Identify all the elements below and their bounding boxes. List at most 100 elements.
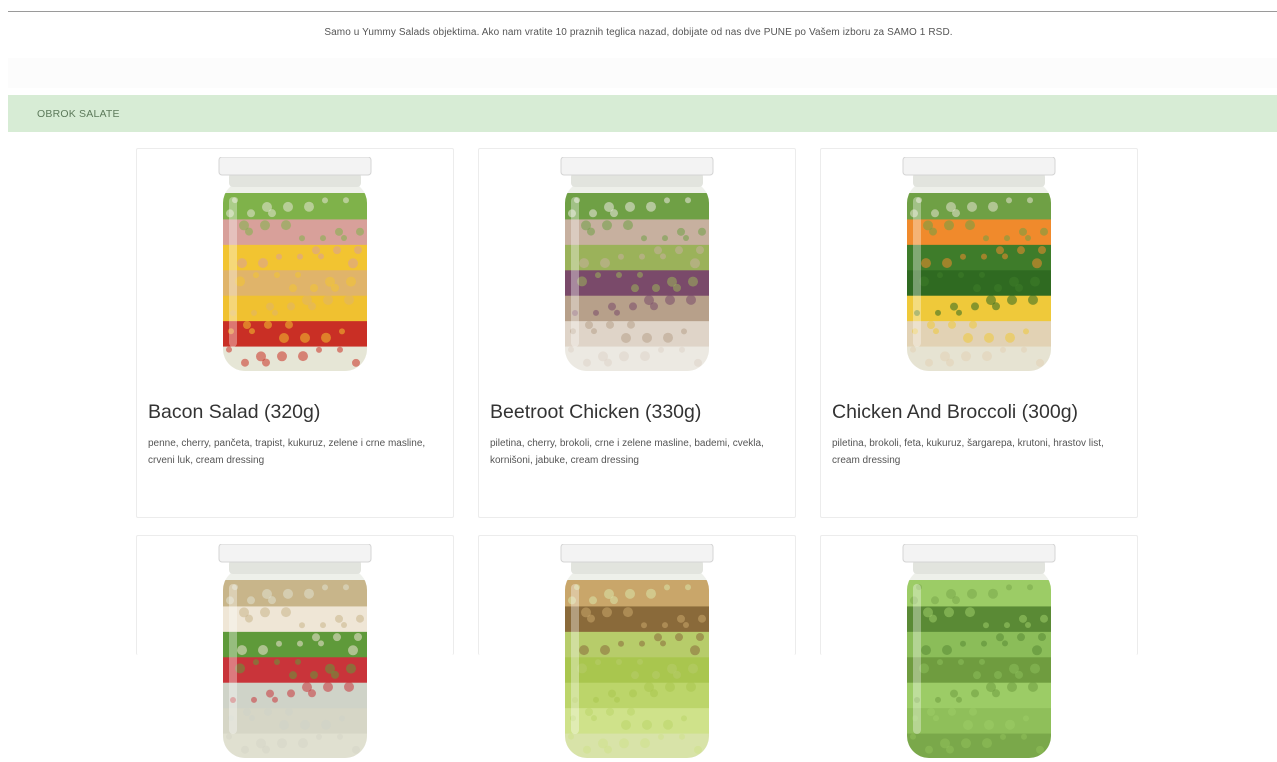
jar-speckle [1006,584,1012,591]
jar-speckle [312,633,320,642]
jar-speckle [942,258,952,268]
jar-speckle [600,258,610,268]
jar-speckle [675,633,683,642]
jar-speckle [300,332,310,343]
jar-speckle [251,696,257,703]
jar-speckle [608,302,616,311]
jar-layer [907,320,1051,347]
jar-layer [223,580,367,607]
salad-jar-image[interactable] [899,544,1059,762]
salad-jar-image[interactable] [215,544,375,762]
jar-speckle [348,645,358,656]
jar-speckle [1027,197,1033,204]
product-card[interactable] [820,535,1138,758]
product-card[interactable]: Chicken And Broccoli (300g) piletina, br… [820,148,1138,518]
jar-speckle [1036,358,1044,367]
jar-speckle [948,320,956,329]
jar-speckle [247,596,255,605]
jar-speckle [300,719,310,730]
jar-speckle [274,659,280,665]
jar-speckle [589,596,597,605]
jar-lid [218,544,372,563]
jar-speckle [654,246,662,255]
jar-layer [907,732,1051,758]
jar-speckle [264,320,272,329]
jar-speckle [279,720,289,730]
jar-speckle [1038,633,1046,641]
jar-layer [907,345,1051,371]
product-card[interactable]: Bacon Salad (320g) penne, cherry, pančet… [136,148,454,518]
jar-speckle [354,633,362,641]
product-card[interactable] [136,535,454,758]
jar-speckle [933,328,939,335]
jar-speckle [982,351,992,362]
jar-speckle [606,320,614,329]
jar-speckle [298,738,308,749]
jar-speckle [640,351,650,362]
jar-speckle [965,607,975,618]
product-card[interactable]: Beetroot Chicken (330g) piletina, cherry… [478,148,796,518]
jar-speckle [323,682,333,692]
jar-speckle [994,671,1002,679]
jar-speckle [1030,663,1040,674]
jar-speckle [660,640,666,647]
salad-jar-image[interactable] [557,544,717,762]
jar-speckle [285,707,293,716]
jar-speckle [585,708,593,716]
jar-speckle [631,284,639,293]
jar-speckle [260,607,270,618]
jar-speckle [660,253,666,260]
jar-speckle [1028,294,1038,305]
salad-jar-image[interactable] [899,157,1059,375]
jar-speckle [662,235,668,242]
product-name[interactable]: Beetroot Chicken (330g) [490,401,701,424]
jar-speckle [335,614,343,623]
jar-speckle [604,589,614,599]
jar-layer [565,218,709,245]
jar-speckle [629,689,637,698]
glass-highlight [229,197,237,347]
jar-speckle [272,309,278,316]
jar-speckle [1007,295,1017,305]
jar-speckle [1005,332,1015,343]
jar-speckle [289,671,297,680]
jar-speckle [1021,346,1027,353]
jar-speckle [352,745,360,754]
salad-jar-image[interactable] [215,157,375,375]
jar-speckle [1023,715,1029,722]
jar-speckle [961,351,971,362]
jar-speckle [623,220,633,231]
jar-speckle [322,584,328,591]
jar-speckle [623,607,633,618]
salad-jar-image[interactable] [557,157,717,375]
jar-speckle [595,272,601,279]
jar-speckle [994,284,1002,292]
jar-speckle [981,253,987,260]
jar-speckle [965,220,975,231]
jar-speckle [602,220,612,231]
jar-speckle [663,332,673,343]
jar-speckle [249,328,255,335]
jar-speckle [1021,733,1027,740]
jar-speckle [298,351,308,362]
jar-speckle [983,622,989,629]
sub-header-bar [8,58,1277,88]
jar-layer [907,218,1051,245]
jar-speckle [971,302,979,311]
jar-speckle [239,220,249,231]
jar-speckle [602,607,612,618]
category-header[interactable]: OBROK SALATE [8,95,1277,132]
product-name[interactable]: Chicken And Broccoli (300g) [832,401,1078,424]
jar-speckle [658,733,664,740]
product-card[interactable] [478,535,796,758]
jar-speckle [239,607,249,618]
jar-speckle [297,253,303,260]
jar-speckle [302,682,312,693]
jar-speckle [664,584,670,591]
jar-layer [223,732,367,758]
jar-speckle [925,358,933,367]
jar-speckle [921,258,931,269]
jar-speckle [1000,733,1006,740]
jar-speckle [600,645,610,655]
product-name[interactable]: Bacon Salad (320g) [148,401,320,424]
